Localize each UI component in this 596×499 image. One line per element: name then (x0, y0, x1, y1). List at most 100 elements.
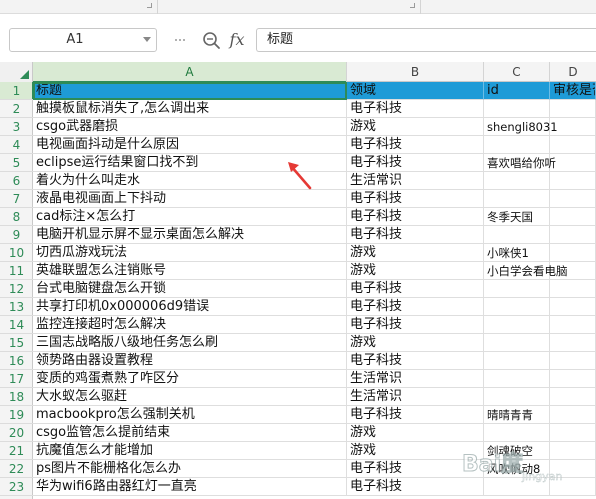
cell-status[interactable] (550, 136, 596, 154)
drag-handle-icon[interactable] (174, 36, 186, 44)
group-expand-icon[interactable] (147, 3, 152, 8)
cell-title[interactable]: 触摸板鼠标消失了,怎么调出来 (33, 100, 347, 118)
cell-domain[interactable]: 电子科技 (347, 100, 484, 118)
row-header[interactable]: 8 (0, 208, 33, 226)
cell-title[interactable]: macbookpro怎么强制关机 (33, 406, 347, 424)
cell-id[interactable]: shengli8031 (484, 118, 558, 136)
row-header[interactable]: 20 (0, 424, 33, 442)
cell-id[interactable] (484, 226, 550, 244)
cell-status[interactable] (550, 370, 596, 388)
row-header[interactable]: 19 (0, 406, 33, 424)
select-all-button[interactable] (0, 62, 33, 82)
cell-id[interactable] (484, 136, 550, 154)
cell-domain[interactable]: 电子科技 (347, 208, 484, 226)
column-header-d[interactable]: D (550, 62, 596, 82)
column-header-a[interactable]: A (33, 62, 347, 83)
cell-id[interactable] (484, 172, 550, 190)
row-header[interactable]: 13 (0, 298, 33, 316)
cell-status[interactable] (550, 208, 596, 226)
row-header[interactable]: 14 (0, 316, 33, 334)
group-expand-icon[interactable] (410, 3, 415, 8)
row-header[interactable]: 2 (0, 100, 33, 118)
cell-status[interactable] (550, 244, 596, 262)
cell-domain[interactable]: 游戏 (347, 262, 484, 280)
cell-status[interactable] (550, 172, 596, 190)
cell-title[interactable]: cad标注×怎么打 (33, 208, 347, 226)
cell-status[interactable] (550, 298, 596, 316)
cell-domain[interactable]: 电子科技 (347, 406, 484, 424)
cell-title[interactable]: 电脑开机显示屏不显示桌面怎么解决 (33, 226, 347, 244)
row-header[interactable]: 12 (0, 280, 33, 298)
cell-status[interactable] (550, 352, 596, 370)
formula-input[interactable]: 标题 (256, 28, 596, 52)
cell-status[interactable] (550, 406, 596, 424)
row-header[interactable]: 21 (0, 442, 33, 460)
cell-id[interactable]: 风吹帆动8 (484, 460, 550, 478)
row-header[interactable]: 5 (0, 154, 33, 172)
cell-domain[interactable]: 生活常识 (347, 370, 484, 388)
cell-domain[interactable]: 游戏 (347, 118, 484, 136)
cell-status[interactable] (550, 154, 596, 172)
cell-id[interactable] (484, 424, 550, 442)
cell-title[interactable]: csgo监管怎么提前结束 (33, 424, 347, 442)
cell-id[interactable] (484, 190, 550, 208)
cell-domain[interactable]: 电子科技 (347, 226, 484, 244)
cell-status[interactable] (550, 442, 596, 460)
cell-status[interactable] (550, 280, 596, 298)
cell-id[interactable] (484, 298, 550, 316)
row-header[interactable]: 18 (0, 388, 33, 406)
cell-domain[interactable]: 电子科技 (347, 478, 484, 496)
cell-b1[interactable]: 领域 (347, 82, 484, 100)
cell-domain[interactable]: 电子科技 (347, 352, 484, 370)
column-header-b[interactable]: B (347, 62, 484, 82)
cell-title[interactable]: 电视画面抖动是什么原因 (33, 136, 347, 154)
cell-id[interactable] (484, 280, 550, 298)
row-header[interactable]: 11 (0, 262, 33, 280)
cell-title[interactable]: 共享打印机0x000006d9错误 (33, 298, 347, 316)
cell-id[interactable]: 剑魂破空 (484, 442, 550, 460)
cell-domain[interactable]: 游戏 (347, 244, 484, 262)
cell-domain[interactable]: 电子科技 (347, 136, 484, 154)
cell-title[interactable]: 华为wifi6路由器红灯一直亮 (33, 478, 347, 496)
cell-title[interactable]: 液晶电视画面上下抖动 (33, 190, 347, 208)
cell-domain[interactable]: 游戏 (347, 442, 484, 460)
cell-title[interactable]: csgo武器磨损 (33, 118, 347, 136)
cell-domain[interactable]: 电子科技 (347, 154, 484, 172)
cell-d1[interactable]: 审核是否 (550, 82, 596, 100)
cell-status[interactable] (550, 334, 596, 352)
cell-status[interactable] (550, 460, 596, 478)
cell-status[interactable] (550, 424, 596, 442)
cell-status[interactable] (550, 118, 596, 136)
row-header[interactable]: 10 (0, 244, 33, 262)
cell-title[interactable]: ps图片不能栅格化怎么办 (33, 460, 347, 478)
cell-c1[interactable]: id (484, 82, 550, 100)
cell-status[interactable] (550, 388, 596, 406)
cell-status[interactable] (550, 100, 596, 118)
cell-status[interactable] (550, 190, 596, 208)
cell-id[interactable] (484, 388, 550, 406)
cell-domain[interactable]: 电子科技 (347, 316, 484, 334)
chevron-down-icon[interactable] (143, 37, 151, 42)
cell-title[interactable]: 变质的鸡蛋煮熟了咋区分 (33, 370, 347, 388)
cell-id[interactable]: 小白学会看电脑 (484, 262, 568, 280)
cell-domain[interactable]: 电子科技 (347, 280, 484, 298)
cell-id[interactable] (484, 352, 550, 370)
cell-domain[interactable]: 电子科技 (347, 190, 484, 208)
cell-domain[interactable]: 电子科技 (347, 298, 484, 316)
cell-id[interactable] (484, 100, 550, 118)
row-header[interactable]: 6 (0, 172, 33, 190)
cell-id[interactable]: 小咪侠1 (484, 244, 550, 262)
cell-title[interactable]: 台式电脑键盘怎么开锁 (33, 280, 347, 298)
cell-domain[interactable]: 游戏 (347, 424, 484, 442)
cell-title[interactable]: 切西瓜游戏玩法 (33, 244, 347, 262)
row-header[interactable]: 4 (0, 136, 33, 154)
cell-title[interactable]: 大水蚁怎么驱赶 (33, 388, 347, 406)
name-box[interactable]: A1 (9, 28, 157, 52)
row-header[interactable]: 22 (0, 460, 33, 478)
cell-title[interactable]: 英雄联盟怎么注销账号 (33, 262, 347, 280)
cell-title[interactable]: 三国志战略版八级地任务怎么刷 (33, 334, 347, 352)
cell-domain[interactable]: 生活常识 (347, 172, 484, 190)
row-header[interactable]: 17 (0, 370, 33, 388)
cell-domain[interactable]: 游戏 (347, 334, 484, 352)
column-header-c[interactable]: C (484, 62, 550, 82)
